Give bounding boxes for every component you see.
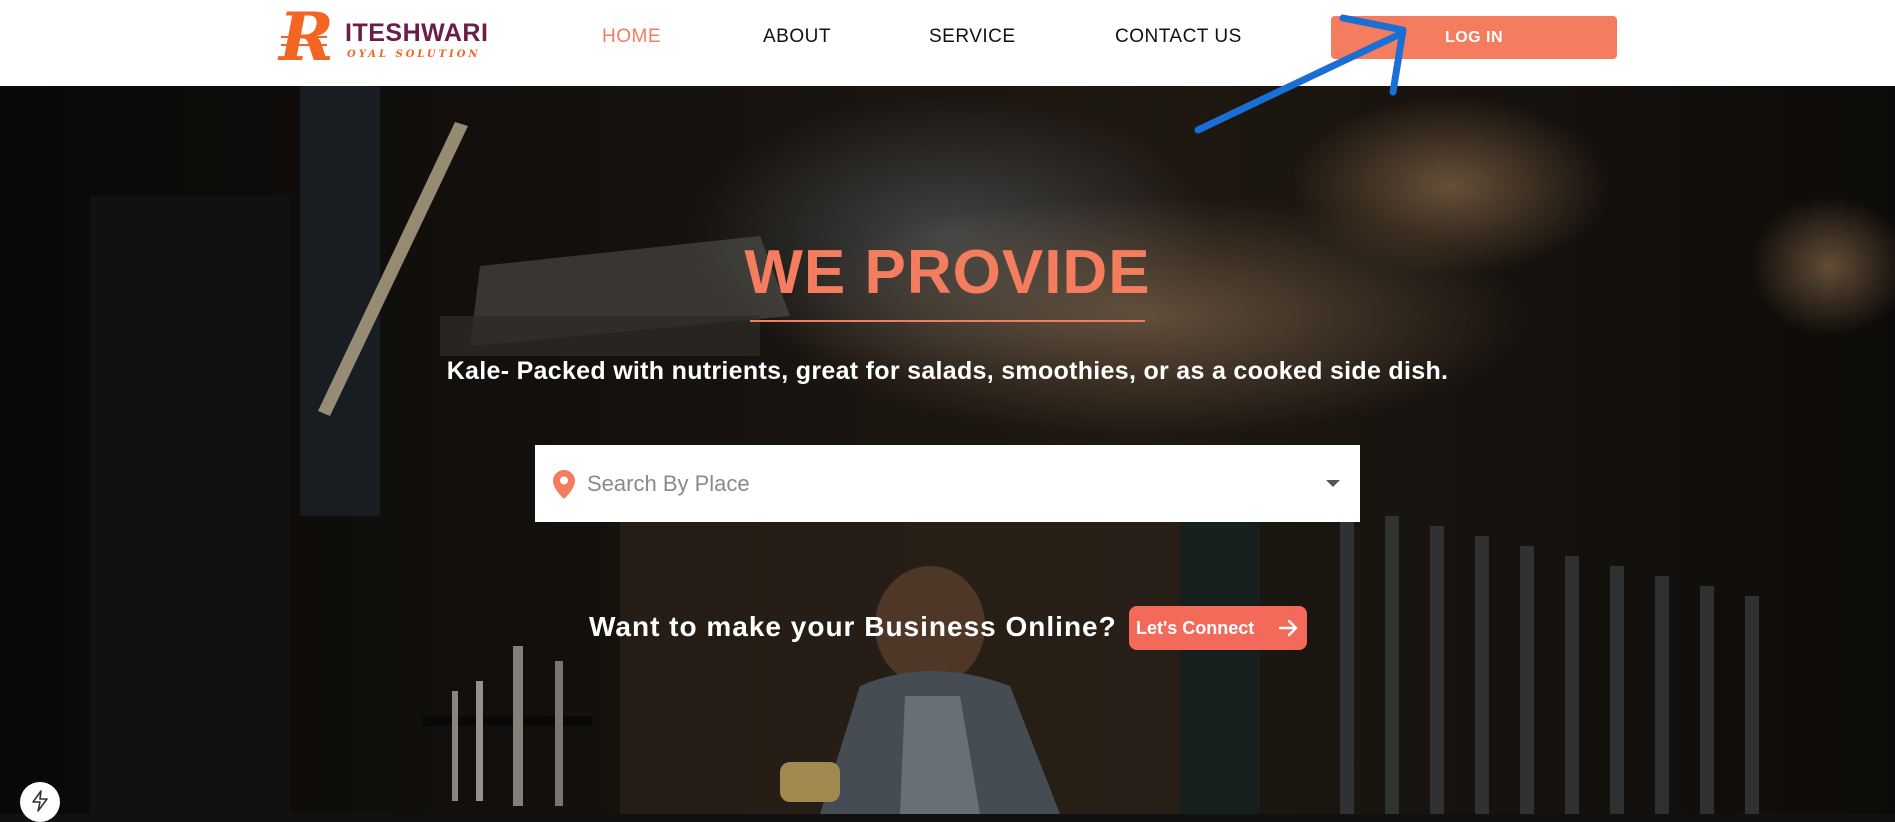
arrow-right-icon [1279,619,1298,637]
hero-subtitle: Kale- Packed with nutrients, great for s… [446,357,1449,385]
map-pin-icon [553,470,575,499]
logo-name: ITESHWARI [345,19,489,47]
logo-letter: R [279,0,334,76]
search-placeholder: Search By Place [587,471,750,496]
nav-home[interactable]: HOME [602,26,661,48]
lightning-bolt-icon [32,790,48,812]
logo-tagline: OYAL SOLUTION [347,49,481,60]
brand-logo[interactable]: R ITESHWARI OYAL SOLUTION [277,4,492,72]
site-header: R ITESHWARI OYAL SOLUTION HOME ABOUT SER… [0,0,1895,86]
login-button[interactable]: LOG IN [1331,16,1617,59]
lets-connect-button[interactable]: Let's Connect [1129,606,1307,650]
chevron-down-icon[interactable] [1326,480,1340,487]
hero-section: WE PROVIDE Kale- Packed with nutrients, … [0,86,1895,814]
nav-about[interactable]: ABOUT [763,26,831,48]
nav-service[interactable]: SERVICE [929,26,1016,48]
cta-text: Want to make your Business Online? [589,611,1117,642]
place-search-select[interactable]: Search By Place [535,445,1360,522]
nav-contact-us[interactable]: CONTACT US [1115,26,1242,48]
lets-connect-label: Let's Connect [1136,617,1255,638]
floating-action-button[interactable] [20,782,60,822]
hero-title: WE PROVIDE [744,238,1151,307]
title-underline [750,320,1145,322]
